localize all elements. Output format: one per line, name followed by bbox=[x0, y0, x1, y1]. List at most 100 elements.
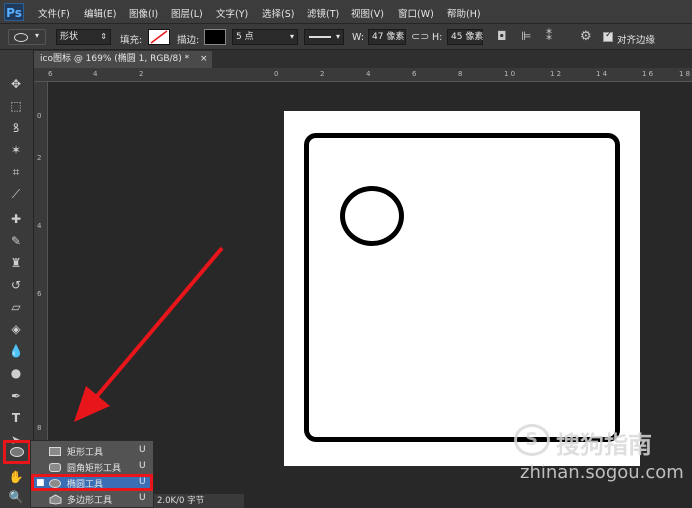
shape-tool-flyout: 矩形工具 U 圆角矩形工具 U ■ 椭圆工具 U 多边形工具 U bbox=[30, 440, 154, 508]
chevron-down-icon: ▾ bbox=[289, 32, 294, 41]
menu-view[interactable]: 视图(V) bbox=[351, 6, 384, 20]
menu-image[interactable]: 图像(I) bbox=[129, 6, 158, 20]
flyout-item-polygon[interactable]: 多边形工具 U bbox=[31, 491, 153, 507]
ruler-number: 8 bbox=[458, 70, 463, 78]
stroke-size-value: 5 点 bbox=[236, 32, 254, 42]
ellipse-shape[interactable] bbox=[340, 186, 404, 246]
rounded-rectangle-icon bbox=[49, 463, 61, 472]
flyout-item-shortcut: U bbox=[139, 461, 146, 471]
watermark-brand: 搜狗指南 bbox=[556, 431, 652, 459]
width-label: W: bbox=[352, 32, 365, 43]
annotation-arrow-icon bbox=[74, 246, 224, 422]
move-tool-icon[interactable]: ✥ bbox=[5, 75, 27, 93]
ruler-number: 1 8 bbox=[679, 70, 691, 78]
ellipse-tool-button[interactable] bbox=[3, 440, 31, 464]
stroke-type-select[interactable]: ▾ bbox=[304, 29, 344, 45]
menu-bar: Ps 文件(F) 编辑(E) 图像(I) 图层(L) 文字(Y) 选择(S) 滤… bbox=[0, 0, 692, 24]
ellipse-icon bbox=[10, 447, 24, 457]
hand-tool-icon[interactable]: ✋ bbox=[5, 468, 27, 486]
ruler-number: 4 bbox=[37, 222, 42, 230]
watermark-url: zhinan.sogou.com bbox=[520, 462, 684, 483]
rectangle-icon bbox=[49, 447, 61, 456]
sogou-logo-icon: S bbox=[514, 424, 550, 456]
flyout-item-label: 圆角矩形工具 bbox=[67, 464, 122, 474]
options-bar: ▾ 形状 ⇕ 填充: 描边: 5 点 ▾ ▾ W: 47 像素 ⊂⊃ H: 45… bbox=[0, 24, 692, 50]
fill-label: 填充: bbox=[120, 35, 143, 46]
menu-select[interactable]: 选择(S) bbox=[262, 6, 294, 20]
menu-edit[interactable]: 编辑(E) bbox=[84, 6, 116, 20]
ruler-number: 1 6 bbox=[642, 70, 654, 78]
chevron-down-icon: ▾ bbox=[35, 31, 40, 40]
stroke-size-field[interactable]: 5 点 ▾ bbox=[232, 29, 298, 45]
ruler-number: 1 0 bbox=[504, 70, 516, 78]
menu-window[interactable]: 窗口(W) bbox=[398, 6, 434, 20]
width-field[interactable]: 47 像素 bbox=[368, 29, 406, 45]
magic-wand-icon[interactable]: ✶ bbox=[5, 141, 27, 159]
menu-filter[interactable]: 滤镜(T) bbox=[307, 6, 339, 20]
zoom-tool-icon[interactable]: 🔍 bbox=[5, 488, 27, 506]
ruler-number: 1 2 bbox=[550, 70, 562, 78]
stroke-swatch[interactable] bbox=[204, 29, 226, 45]
menu-layer[interactable]: 图层(L) bbox=[171, 6, 203, 20]
ruler-number: 6 bbox=[412, 70, 417, 78]
flyout-item-ellipse[interactable]: ■ 椭圆工具 U bbox=[31, 474, 153, 491]
chevron-down-icon: ▾ bbox=[335, 32, 340, 41]
ruler-number: 4 bbox=[366, 70, 371, 78]
mode-select-value: 形状 bbox=[60, 32, 79, 42]
ruler-number: 2 bbox=[139, 70, 144, 78]
ruler-number: 0 bbox=[274, 70, 279, 78]
flyout-item-label: 多边形工具 bbox=[67, 496, 113, 506]
close-icon[interactable]: × bbox=[200, 51, 208, 68]
ellipse-icon bbox=[14, 33, 28, 42]
solid-line-icon bbox=[309, 36, 331, 38]
paint-bucket-icon[interactable]: ◈ bbox=[5, 320, 27, 338]
menu-type[interactable]: 文字(Y) bbox=[216, 6, 248, 20]
tools-panel: ✥ ⬚ ꝸ ✶ ⌗ ⟋ ✚ ✎ ♜ ↺ ▱ ◈ 💧 ● ✒ T ➤ ✋ 🔍 bbox=[0, 50, 34, 508]
lasso-tool-icon[interactable]: ꝸ bbox=[5, 119, 27, 137]
ruler-number: 2 bbox=[320, 70, 325, 78]
height-field[interactable]: 45 像素 bbox=[447, 29, 483, 45]
align-edges-checkbox[interactable]: ✓ bbox=[603, 30, 613, 42]
crop-tool-icon[interactable]: ⌗ bbox=[5, 163, 27, 181]
flyout-item-shortcut: U bbox=[139, 477, 146, 487]
fill-swatch[interactable] bbox=[148, 29, 170, 45]
link-icon[interactable]: ⊂⊃ bbox=[411, 30, 429, 43]
eyedropper-icon[interactable]: ⟋ bbox=[5, 185, 27, 203]
rounded-rectangle-shape[interactable] bbox=[304, 133, 620, 442]
no-fill-slash-icon bbox=[150, 30, 168, 44]
align-edges-label: 对齐边缘 bbox=[617, 35, 656, 46]
marquee-tool-icon[interactable]: ⬚ bbox=[5, 97, 27, 115]
path-alignment-icon[interactable]: ⊫ bbox=[521, 29, 531, 43]
eraser-tool-icon[interactable]: ▱ bbox=[5, 298, 27, 316]
status-bar: 2.0K/0 字节 bbox=[154, 494, 244, 508]
polygon-icon bbox=[49, 494, 62, 505]
pen-tool-icon[interactable]: ✒ bbox=[5, 387, 27, 405]
type-tool-icon[interactable]: T bbox=[5, 409, 27, 427]
dodge-tool-icon[interactable]: ● bbox=[5, 364, 27, 382]
height-label: H: bbox=[432, 32, 443, 43]
history-brush-icon[interactable]: ↺ bbox=[5, 276, 27, 294]
document-tab[interactable]: ico图标 @ 169% (椭圆 1, RGB/8) * × bbox=[34, 51, 212, 68]
flyout-item-rectangle[interactable]: 矩形工具 U bbox=[31, 443, 153, 459]
selected-bullet-icon: ■ bbox=[36, 478, 45, 488]
document-canvas[interactable] bbox=[284, 111, 640, 466]
sogou-logo-glyph: S bbox=[525, 429, 538, 450]
gear-icon[interactable]: ⚙ bbox=[580, 29, 592, 44]
path-operations-icon[interactable]: ◘ bbox=[497, 29, 507, 43]
flyout-item-rounded-rectangle[interactable]: 圆角矩形工具 U bbox=[31, 459, 153, 475]
path-arrangement-icon[interactable]: ⁑ bbox=[546, 29, 552, 43]
mode-select[interactable]: 形状 ⇕ bbox=[56, 29, 111, 45]
document-tab-title: ico图标 @ 169% (椭圆 1, RGB/8) * bbox=[40, 54, 190, 64]
brush-tool-icon[interactable]: ✎ bbox=[5, 232, 27, 250]
clone-stamp-icon[interactable]: ♜ bbox=[5, 254, 27, 272]
blur-tool-icon[interactable]: 💧 bbox=[5, 342, 27, 360]
flyout-item-label: 矩形工具 bbox=[67, 448, 104, 458]
menu-help[interactable]: 帮助(H) bbox=[447, 6, 481, 20]
document-size-text: 2.0K/0 字节 bbox=[157, 496, 205, 506]
flyout-item-label: 椭圆工具 bbox=[67, 480, 104, 490]
updown-arrows-icon: ⇕ bbox=[100, 32, 107, 41]
ruler-number: 1 4 bbox=[596, 70, 608, 78]
menu-file[interactable]: 文件(F) bbox=[38, 6, 70, 20]
healing-brush-icon[interactable]: ✚ bbox=[5, 210, 27, 228]
tool-preset-picker[interactable]: ▾ bbox=[8, 29, 46, 45]
